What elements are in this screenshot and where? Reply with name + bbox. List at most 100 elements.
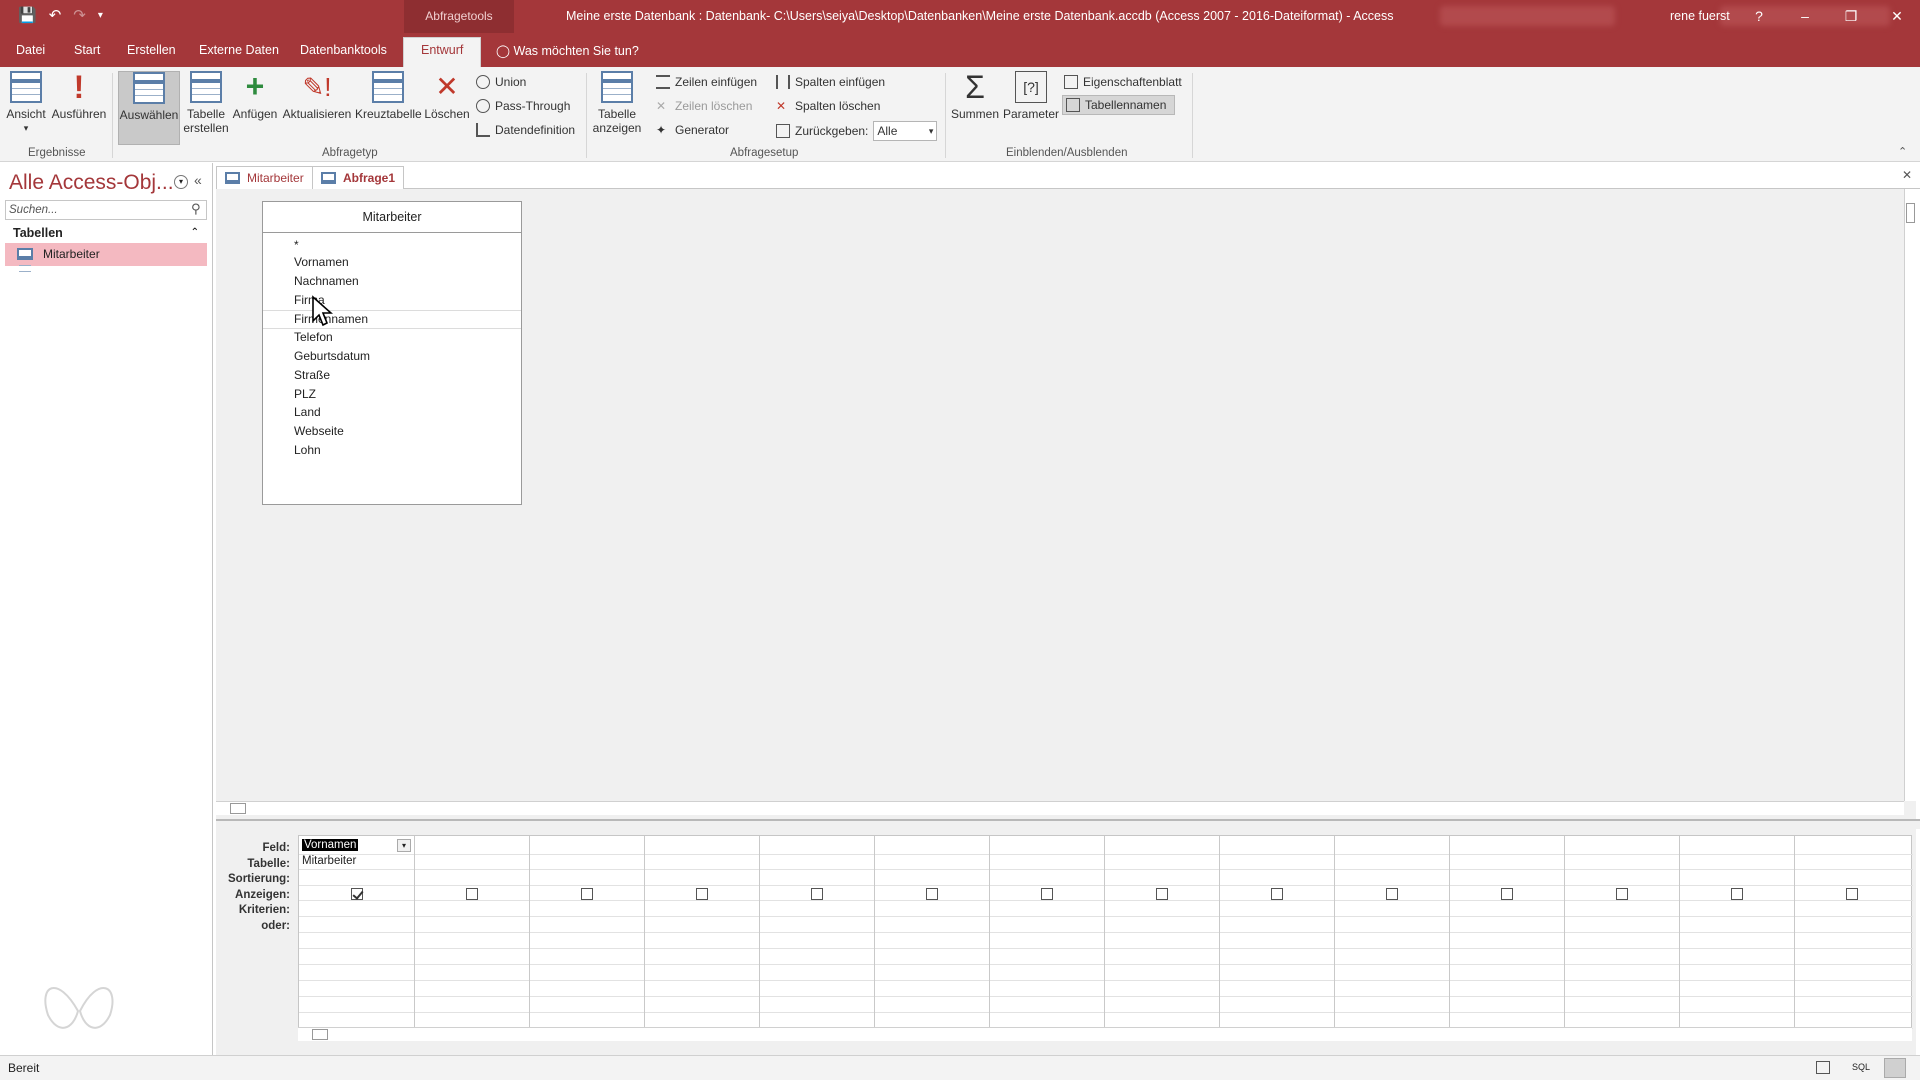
union-button[interactable]: Union	[476, 75, 526, 89]
tab-entwurf[interactable]: Entwurf	[403, 37, 482, 67]
field-geburtsdatum[interactable]: Geburtsdatum	[294, 349, 370, 363]
eigenschaftenblatt-button[interactable]: Eigenschaftenblatt	[1064, 75, 1182, 89]
pass-through-label: Pass-Through	[495, 99, 571, 113]
grid-horizontal-scrollbar[interactable]	[298, 1027, 1912, 1041]
field-telefon[interactable]: Telefon	[294, 330, 333, 344]
pass-through-button[interactable]: Pass-Through	[476, 99, 570, 113]
zurueckgeben-select[interactable]: Alle ▾	[873, 121, 938, 141]
canvas-horizontal-scrollbar[interactable]	[216, 801, 1904, 815]
chevron-down-icon[interactable]: ▾	[397, 839, 411, 852]
grid-checkbox-anzeigen[interactable]	[1041, 888, 1053, 900]
field-lohn[interactable]: Lohn	[294, 443, 321, 457]
doctab-mitarbeiter[interactable]: Mitarbeiter	[216, 166, 313, 190]
search-icon[interactable]: ⚲	[191, 201, 201, 217]
nav-search-input[interactable]: Suchen...	[5, 200, 207, 220]
tab-datenbanktools[interactable]: Datenbanktools	[300, 43, 387, 57]
loeschen-button[interactable]: ✕ Löschen	[424, 71, 470, 121]
design-view-icon[interactable]	[1884, 1058, 1906, 1078]
grid-checkbox-anzeigen[interactable]	[1846, 888, 1858, 900]
doctab-abfrage1[interactable]: Abfrage1	[312, 166, 405, 190]
scroll-thumb[interactable]	[230, 803, 246, 814]
grid-area[interactable]: Vornamen ▾ Mitarbeiter	[298, 835, 1913, 1036]
kreuztabelle-button[interactable]: Kreuztabelle	[355, 71, 422, 121]
minimize-button[interactable]: –	[1782, 0, 1828, 33]
tab-datei[interactable]: Datei	[16, 43, 45, 57]
nav-item-mitarbeiter[interactable]: Mitarbeiter	[5, 243, 207, 266]
customize-qat-icon[interactable]: ▾	[98, 10, 103, 21]
tab-start[interactable]: Start	[74, 43, 100, 57]
field-nachnamen[interactable]: Nachnamen	[294, 274, 359, 288]
field-land[interactable]: Land	[294, 405, 321, 419]
delete-x-icon: ✕	[435, 71, 459, 102]
parameter-button[interactable]: [?] Parameter	[1002, 71, 1060, 121]
grid-checkbox-anzeigen[interactable]	[926, 888, 938, 900]
tab-externe-daten[interactable]: Externe Daten	[199, 43, 279, 57]
scroll-thumb[interactable]	[1906, 203, 1915, 223]
datasheet-view-icon[interactable]	[1816, 1061, 1830, 1074]
save-icon[interactable]: 💾	[18, 6, 37, 24]
restore-button[interactable]: ❐	[1828, 0, 1874, 33]
close-button[interactable]: ✕	[1874, 0, 1920, 33]
field-plz[interactable]: PLZ	[294, 387, 316, 401]
zeilen-einfuegen-button[interactable]: Zeilen einfügen	[656, 75, 757, 89]
spalten-loeschen-button[interactable]: ✕ Spalten löschen	[776, 99, 880, 113]
grid-row-line	[299, 900, 1913, 901]
generator-button[interactable]: ✦ Generator	[656, 123, 729, 137]
table-names-icon	[1066, 98, 1080, 112]
ansicht-label: Ansicht	[6, 107, 46, 121]
field-webseite[interactable]: Webseite	[294, 424, 344, 438]
tell-me-box[interactable]: ◯ Was möchten Sie tun?	[496, 43, 639, 58]
field-list-mitarbeiter[interactable]: Mitarbeiter * Vornamen Nachnamen Firma F…	[262, 201, 522, 505]
grid-checkbox-anzeigen[interactable]	[696, 888, 708, 900]
user-name[interactable]: rene fuerst	[1670, 9, 1730, 23]
grid-checkbox-anzeigen[interactable]	[466, 888, 478, 900]
update-pencil-icon: ✎!	[302, 72, 332, 102]
tabelle-anzeigen-button[interactable]: Tabelle anzeigen	[590, 71, 644, 135]
grid-checkbox-anzeigen[interactable]	[1731, 888, 1743, 900]
grid-cell-tabelle[interactable]: Mitarbeiter	[302, 855, 356, 867]
nav-group-tabellen[interactable]: Tabellen ⌃	[5, 222, 207, 244]
summen-button[interactable]: Σ Summen	[950, 71, 1000, 121]
query-design-canvas[interactable]: Mitarbeiter * Vornamen Nachnamen Firma F…	[216, 189, 1916, 819]
spalten-einfuegen-button[interactable]: Spalten einfügen	[776, 75, 885, 89]
grid-checkbox-anzeigen[interactable]	[351, 888, 363, 900]
help-button[interactable]: ?	[1736, 0, 1782, 33]
grid-checkbox-anzeigen[interactable]	[1271, 888, 1283, 900]
redo-icon[interactable]: ↷	[73, 6, 86, 24]
undo-icon[interactable]: ↶	[49, 6, 62, 24]
anfuegen-button[interactable]: + Anfügen	[230, 70, 280, 121]
tabelle-erstellen-label-1: Tabelle	[186, 107, 226, 121]
chevron-up-icon[interactable]: ⌃	[191, 222, 199, 244]
field-vornamen[interactable]: Vornamen	[294, 255, 349, 269]
grid-cell-feld[interactable]: Vornamen	[302, 839, 359, 851]
field-strasse[interactable]: Straße	[294, 368, 330, 382]
grid-checkbox-anzeigen[interactable]	[1156, 888, 1168, 900]
nav-dropdown-icon[interactable]: ▾	[174, 175, 188, 189]
tabellennamen-button[interactable]: Tabellennamen	[1062, 95, 1176, 115]
close-document-icon[interactable]: ✕	[1902, 168, 1912, 182]
ansicht-button[interactable]: Ansicht ▾	[6, 71, 46, 135]
collapse-nav-icon[interactable]: «	[194, 172, 202, 188]
field-asterisk[interactable]: *	[294, 238, 299, 252]
field-list-title[interactable]: Mitarbeiter	[263, 202, 521, 233]
nav-pane-title[interactable]: Alle Access-Obj...	[9, 171, 174, 195]
grid-checkbox-anzeigen[interactable]	[1386, 888, 1398, 900]
ausfuehren-button[interactable]: ! Ausführen	[50, 71, 108, 121]
zeilen-loeschen-button[interactable]: ✕ Zeilen löschen	[656, 99, 752, 113]
grid-checkbox-anzeigen[interactable]	[1501, 888, 1513, 900]
pane-splitter[interactable]	[216, 819, 1920, 829]
scroll-thumb[interactable]	[312, 1029, 328, 1040]
auswaehlen-button[interactable]: Auswählen	[118, 71, 180, 145]
tab-erstellen[interactable]: Erstellen	[127, 43, 176, 57]
tabelle-erstellen-button[interactable]: Tabelle erstellen	[182, 71, 230, 135]
anfuegen-label: Anfügen	[232, 107, 278, 121]
datendefinition-button[interactable]: Datendefinition	[476, 123, 575, 137]
aktualisieren-button[interactable]: ✎! Aktualisieren	[282, 71, 352, 121]
grid-checkbox-anzeigen[interactable]	[581, 888, 593, 900]
sql-view-button[interactable]: SQL	[1852, 1062, 1870, 1072]
group-label-ergebnisse: Ergebnisse	[28, 147, 86, 159]
collapse-ribbon-icon[interactable]: ⌃	[1898, 145, 1907, 158]
grid-checkbox-anzeigen[interactable]	[811, 888, 823, 900]
canvas-vertical-scrollbar[interactable]	[1904, 189, 1916, 801]
grid-checkbox-anzeigen[interactable]	[1616, 888, 1628, 900]
